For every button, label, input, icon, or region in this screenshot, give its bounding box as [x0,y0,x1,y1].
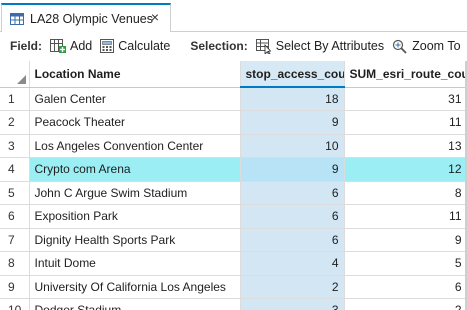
cell-stop-access-count[interactable]: 9 [240,110,345,135]
tab-la28-olympic-venues[interactable]: LA28 Olympic Venues × [1,3,171,32]
field-label: Field: [10,39,42,53]
table-row[interactable]: 4 Crypto com Arena 9 12 [0,157,467,182]
table-toolbar: Field: Add Calculate Selection: Select B… [0,32,467,60]
cell-sum-esri-route-count[interactable]: 5 [344,251,467,276]
cell-location-name[interactable]: Dodger Stadium [29,298,241,310]
table-row[interactable]: 6 Exposition Park 6 11 [0,204,467,229]
cell-stop-access-count[interactable]: 6 [240,204,345,229]
cell-location-name[interactable]: Crypto com Arena [29,157,241,182]
select-by-attributes-icon [255,38,272,54]
add-field-button[interactable]: Add [50,39,92,53]
cell-location-name[interactable]: Intuit Dome [29,251,241,276]
cell-stop-access-count[interactable]: 18 [240,87,345,111]
cell-location-name[interactable]: Peacock Theater [29,110,241,135]
table-icon [10,12,24,25]
zoom-to-label: Zoom To [412,39,461,53]
add-label: Add [70,39,93,53]
cell-stop-access-count[interactable]: 10 [240,134,345,158]
table-row[interactable]: 9 University Of California Los Angeles 2 6 [0,275,467,299]
row-number[interactable]: 8 [0,251,30,276]
table-row[interactable]: 8 Intuit Dome 4 5 [0,251,467,276]
column-header-sum-esri-route-count[interactable]: SUM_esri_route_count [344,61,467,88]
row-number[interactable]: 10 [0,298,30,310]
cell-location-name[interactable]: Los Angeles Convention Center [29,134,241,158]
cell-location-name[interactable]: Galen Center [29,87,241,111]
row-number[interactable]: 1 [0,87,30,111]
selection-label: Selection: [190,39,248,53]
column-header-location-name[interactable]: Location Name [29,61,241,88]
table-body: 1 Galen Center 18 31 2 Peacock Theater 9 11 3 Los… [0,87,467,310]
select-by-attributes-label: Select By Attributes [275,39,385,53]
table-row[interactable]: 2 Peacock Theater 9 11 [0,110,467,135]
cell-stop-access-count[interactable]: 2 [240,275,345,299]
select-by-attributes-button[interactable]: Select By Attributes [255,38,385,54]
cell-location-name[interactable]: Exposition Park [29,204,241,229]
table-row[interactable]: 10Dodger Stadium32 [0,298,467,310]
cell-location-name[interactable]: John C Argue Swim Stadium [29,181,241,205]
cell-sum-esri-route-count[interactable]: 8 [344,181,467,205]
cell-stop-access-count[interactable]: 4 [240,251,345,276]
cell-stop-access-count[interactable]: 3 [240,298,345,310]
row-number[interactable]: 4 [0,157,30,182]
table-row[interactable]: 7 Dignity Health Sports Park 6 9 [0,228,467,252]
cell-sum-esri-route-count[interactable]: 6 [344,275,467,299]
row-number[interactable]: 3 [0,134,30,158]
calculate-label: Calculate [118,39,171,53]
calculate-field-button[interactable]: Calculate [100,39,170,53]
cell-sum-esri-route-count[interactable]: 11 [344,204,467,229]
cell-sum-esri-route-count[interactable]: 31 [344,87,467,111]
row-number[interactable]: 9 [0,275,30,299]
cell-sum-esri-route-count[interactable]: 9 [344,228,467,252]
select-all-triangle-icon [16,74,26,84]
row-number[interactable]: 7 [0,228,30,252]
calculator-icon [100,39,115,53]
row-number[interactable]: 2 [0,110,30,135]
row-number[interactable]: 6 [0,204,30,229]
row-number[interactable]: 5 [0,181,30,205]
cell-sum-esri-route-count[interactable]: 13 [344,134,467,158]
cell-stop-access-count[interactable]: 6 [240,181,345,205]
cell-sum-esri-route-count[interactable]: 11 [344,110,467,135]
attribute-table: Location Name stop_access_count SUM_esri… [0,61,467,310]
cell-stop-access-count[interactable]: 6 [240,228,345,252]
zoom-to-icon [393,39,407,54]
select-all-corner[interactable] [0,61,30,88]
cell-location-name[interactable]: Dignity Health Sports Park [29,228,241,252]
table-row[interactable]: 3 Los Angeles Convention Center 10 13 [0,134,467,158]
cell-sum-esri-route-count[interactable]: 2 [344,298,467,310]
add-field-icon [50,39,66,53]
column-header-stop-access-count[interactable]: stop_access_count [240,61,345,88]
table-row[interactable]: 5 John C Argue Swim Stadium 6 8 [0,181,467,205]
header-row: Location Name stop_access_count SUM_esri… [0,61,467,88]
tab-title: LA28 Olympic Venues [30,11,153,26]
attribute-table-window: LA28 Olympic Venues × Field: Add Calcula… [0,0,467,310]
cell-location-name[interactable]: University Of California Los Angeles [29,275,241,299]
cell-sum-esri-route-count[interactable]: 12 [344,157,467,182]
table-row[interactable]: 1 Galen Center 18 31 [0,87,467,111]
cell-stop-access-count[interactable]: 9 [240,157,345,182]
zoom-to-button[interactable]: Zoom To [392,39,461,54]
close-icon[interactable]: × [148,10,162,24]
tab-bar: LA28 Olympic Venues × [0,0,467,32]
